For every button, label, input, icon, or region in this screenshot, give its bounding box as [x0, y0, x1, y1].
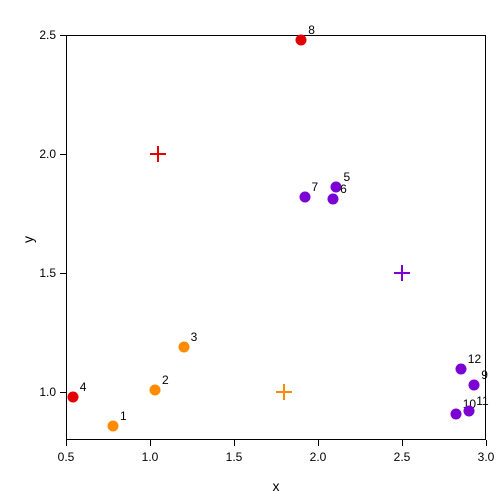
x-tick-label: 1.0: [142, 450, 159, 464]
plus-icon: [401, 265, 403, 281]
scatter-chart: x y 0.51.01.52.02.53.01.01.52.02.5123456…: [0, 0, 504, 504]
y-tick: [60, 154, 66, 155]
plot-area: [66, 35, 486, 440]
data-point: [299, 192, 310, 203]
y-tick-label: 2.5: [34, 28, 56, 42]
data-point-label: 3: [191, 330, 198, 344]
y-tick-label: 1.5: [34, 266, 56, 280]
data-point: [150, 384, 161, 395]
data-point-label: 8: [308, 23, 315, 37]
x-tick: [318, 440, 319, 446]
data-point-label: 12: [468, 352, 481, 366]
data-point: [296, 34, 307, 45]
y-tick: [60, 273, 66, 274]
x-tick-label: 2.5: [394, 450, 411, 464]
y-tick: [60, 392, 66, 393]
x-tick: [150, 440, 151, 446]
data-point: [464, 406, 475, 417]
data-point: [328, 194, 339, 205]
y-axis-label: y: [20, 236, 36, 243]
data-point-label: 1: [120, 409, 127, 423]
data-point: [455, 363, 466, 374]
data-point: [450, 408, 461, 419]
y-tick-label: 2.0: [34, 147, 56, 161]
x-tick: [66, 440, 67, 446]
data-point: [67, 392, 78, 403]
data-point-label: 6: [340, 182, 347, 196]
data-point-label: 11: [476, 394, 488, 408]
data-point-label: 7: [312, 180, 319, 194]
data-point: [108, 420, 119, 431]
data-point-label: 2: [162, 373, 169, 387]
data-point-label: 4: [80, 380, 87, 394]
plus-icon: [157, 146, 159, 162]
y-tick: [60, 35, 66, 36]
x-tick-label: 3.0: [478, 450, 495, 464]
data-point: [178, 342, 189, 353]
x-tick-label: 1.5: [226, 450, 243, 464]
x-axis-label: x: [66, 478, 486, 494]
data-point-label: 9: [481, 368, 488, 382]
x-tick-label: 2.0: [310, 450, 327, 464]
y-tick-label: 1.0: [34, 385, 56, 399]
x-tick: [402, 440, 403, 446]
plus-icon: [283, 384, 285, 400]
x-tick-label: 0.5: [58, 450, 75, 464]
data-point: [469, 380, 480, 391]
x-tick: [234, 440, 235, 446]
x-tick: [486, 440, 487, 446]
